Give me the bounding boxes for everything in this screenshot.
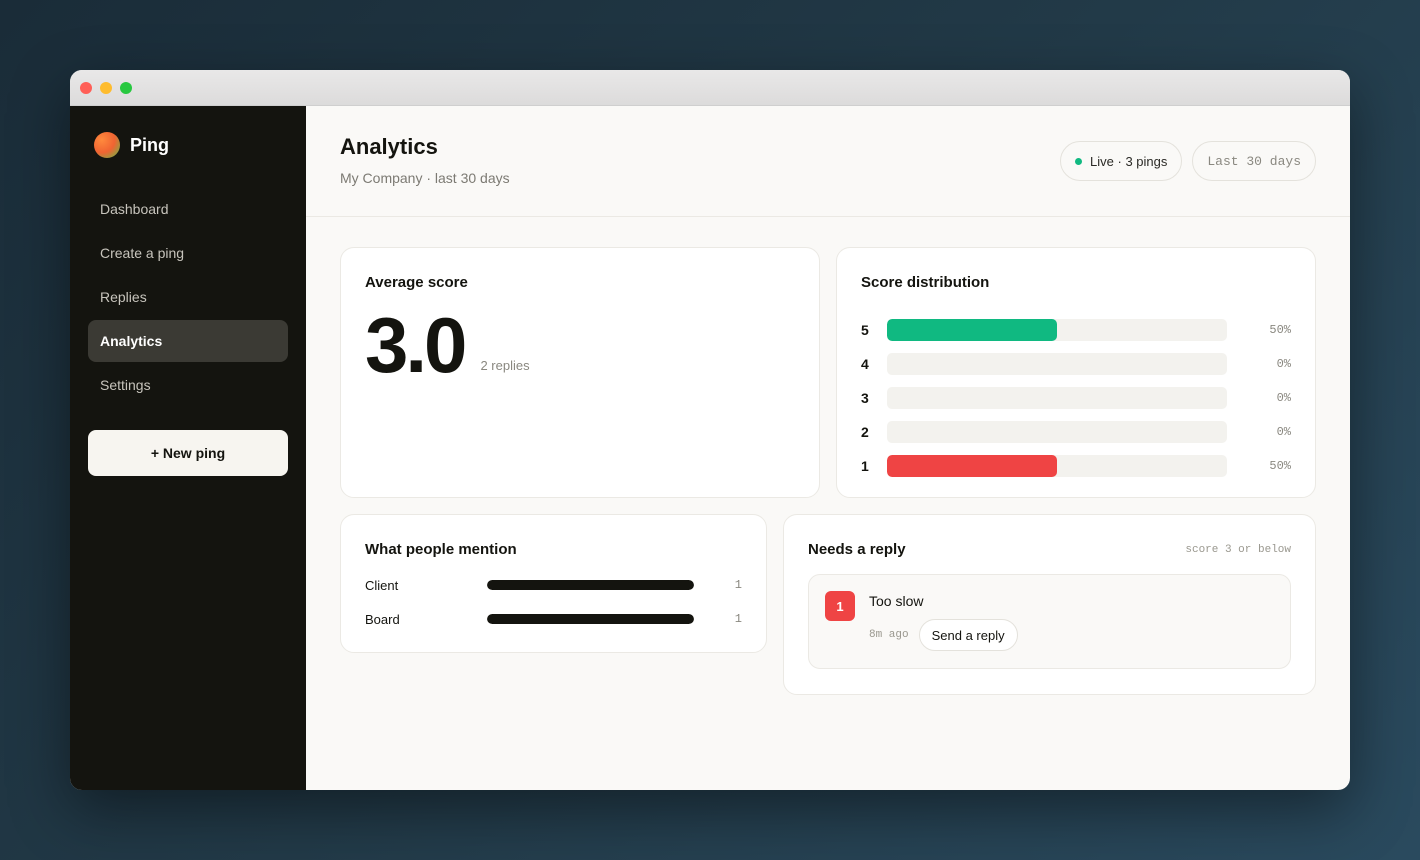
title-bar bbox=[70, 70, 1350, 106]
mention-label: Board bbox=[365, 611, 400, 627]
needs-reply-title: Needs a reply bbox=[808, 541, 906, 558]
distribution-rows: 5 50% 4 0% 3 0% 2 0% 1 50% bbox=[861, 313, 1291, 483]
app-window: Ping Dashboard Create a ping Replies Ana… bbox=[70, 70, 1350, 790]
mentions-card: What people mention Client 1 Board 1 bbox=[340, 514, 767, 653]
distribution-percent: 50% bbox=[1269, 323, 1291, 337]
reply-text: Too slow bbox=[869, 593, 924, 609]
reply-count: 2 replies bbox=[480, 358, 530, 373]
distribution-bar-track bbox=[887, 387, 1227, 409]
sidebar-item-replies[interactable]: Replies bbox=[88, 276, 288, 318]
live-status-label: Live · 3 pings bbox=[1090, 153, 1168, 169]
needs-reply-card: Needs a reply score 3 or below 1 Too slo… bbox=[783, 514, 1316, 695]
score-badge: 1 bbox=[825, 591, 855, 621]
score-distribution-title: Score distribution bbox=[861, 274, 990, 291]
sidebar-nav: Dashboard Create a ping Replies Analytic… bbox=[88, 188, 288, 406]
live-status-pill[interactable]: Live · 3 pings bbox=[1060, 141, 1183, 181]
distribution-row: 3 0% bbox=[861, 381, 1291, 415]
needs-reply-hint: score 3 or below bbox=[1185, 543, 1291, 556]
distribution-bar-track bbox=[887, 421, 1227, 443]
reply-timestamp: 8m ago bbox=[869, 629, 909, 641]
distribution-row: 2 0% bbox=[861, 415, 1291, 449]
distribution-percent: 0% bbox=[1276, 425, 1291, 439]
sidebar-item-analytics[interactable]: Analytics bbox=[88, 320, 288, 362]
main-content: Analytics My Company · last 30 days Live… bbox=[306, 106, 1350, 790]
distribution-score-label: 5 bbox=[861, 322, 869, 338]
average-score-title: Average score bbox=[365, 274, 468, 291]
send-reply-button[interactable]: Send a reply bbox=[918, 619, 1018, 651]
distribution-percent: 50% bbox=[1269, 459, 1291, 473]
ping-logo-icon bbox=[94, 132, 120, 158]
distribution-bar-fill bbox=[887, 319, 1057, 341]
distribution-percent: 0% bbox=[1276, 357, 1291, 371]
sidebar-item-settings[interactable]: Settings bbox=[88, 364, 288, 406]
distribution-row: 5 50% bbox=[861, 313, 1291, 347]
mention-count: 1 bbox=[734, 612, 742, 626]
brand[interactable]: Ping bbox=[88, 132, 288, 158]
distribution-row: 1 50% bbox=[861, 449, 1291, 483]
distribution-row: 4 0% bbox=[861, 347, 1291, 381]
live-indicator-icon bbox=[1075, 157, 1083, 165]
minimize-window-button[interactable] bbox=[100, 81, 112, 94]
mention-bar-fill bbox=[487, 614, 694, 624]
mention-bar-track bbox=[487, 580, 694, 590]
sidebar-item-create-ping[interactable]: Create a ping bbox=[88, 232, 288, 274]
average-score-value: 3.0 bbox=[365, 301, 467, 389]
mention-rows: Client 1 Board 1 bbox=[365, 568, 742, 636]
distribution-bar-fill bbox=[887, 455, 1057, 477]
mention-label: Client bbox=[365, 577, 399, 593]
sidebar: Ping Dashboard Create a ping Replies Ana… bbox=[70, 106, 306, 790]
new-ping-button[interactable]: + New ping bbox=[88, 430, 288, 476]
distribution-score-label: 1 bbox=[861, 458, 869, 474]
distribution-percent: 0% bbox=[1276, 391, 1291, 405]
mentions-title: What people mention bbox=[365, 541, 517, 558]
mention-count: 1 bbox=[734, 578, 742, 592]
distribution-score-label: 4 bbox=[861, 356, 869, 372]
distribution-bar-track bbox=[887, 319, 1227, 341]
distribution-bar-track bbox=[887, 455, 1227, 477]
distribution-bar-track bbox=[887, 353, 1227, 375]
score-distribution-card: Score distribution 5 50% 4 0% 3 0% 2 0% 1 50% bbox=[836, 247, 1316, 498]
page-header: Analytics My Company · last 30 days Live… bbox=[306, 106, 1350, 217]
zoom-window-button[interactable] bbox=[120, 81, 132, 94]
distribution-score-label: 3 bbox=[861, 390, 869, 406]
average-score-card: Average score 3.0 2 replies bbox=[340, 247, 820, 498]
sidebar-item-dashboard[interactable]: Dashboard bbox=[88, 188, 288, 230]
date-range-selector[interactable]: Last 30 days bbox=[1192, 141, 1316, 181]
brand-name: Ping bbox=[130, 134, 169, 155]
mention-bar-fill bbox=[487, 580, 694, 590]
mention-bar-track bbox=[487, 614, 694, 624]
reply-item[interactable]: 1 Too slow 8m ago Send a reply bbox=[808, 574, 1291, 669]
mention-row: Board 1 bbox=[365, 602, 742, 636]
mention-row: Client 1 bbox=[365, 568, 742, 602]
distribution-score-label: 2 bbox=[861, 424, 869, 440]
close-window-button[interactable] bbox=[80, 81, 92, 94]
